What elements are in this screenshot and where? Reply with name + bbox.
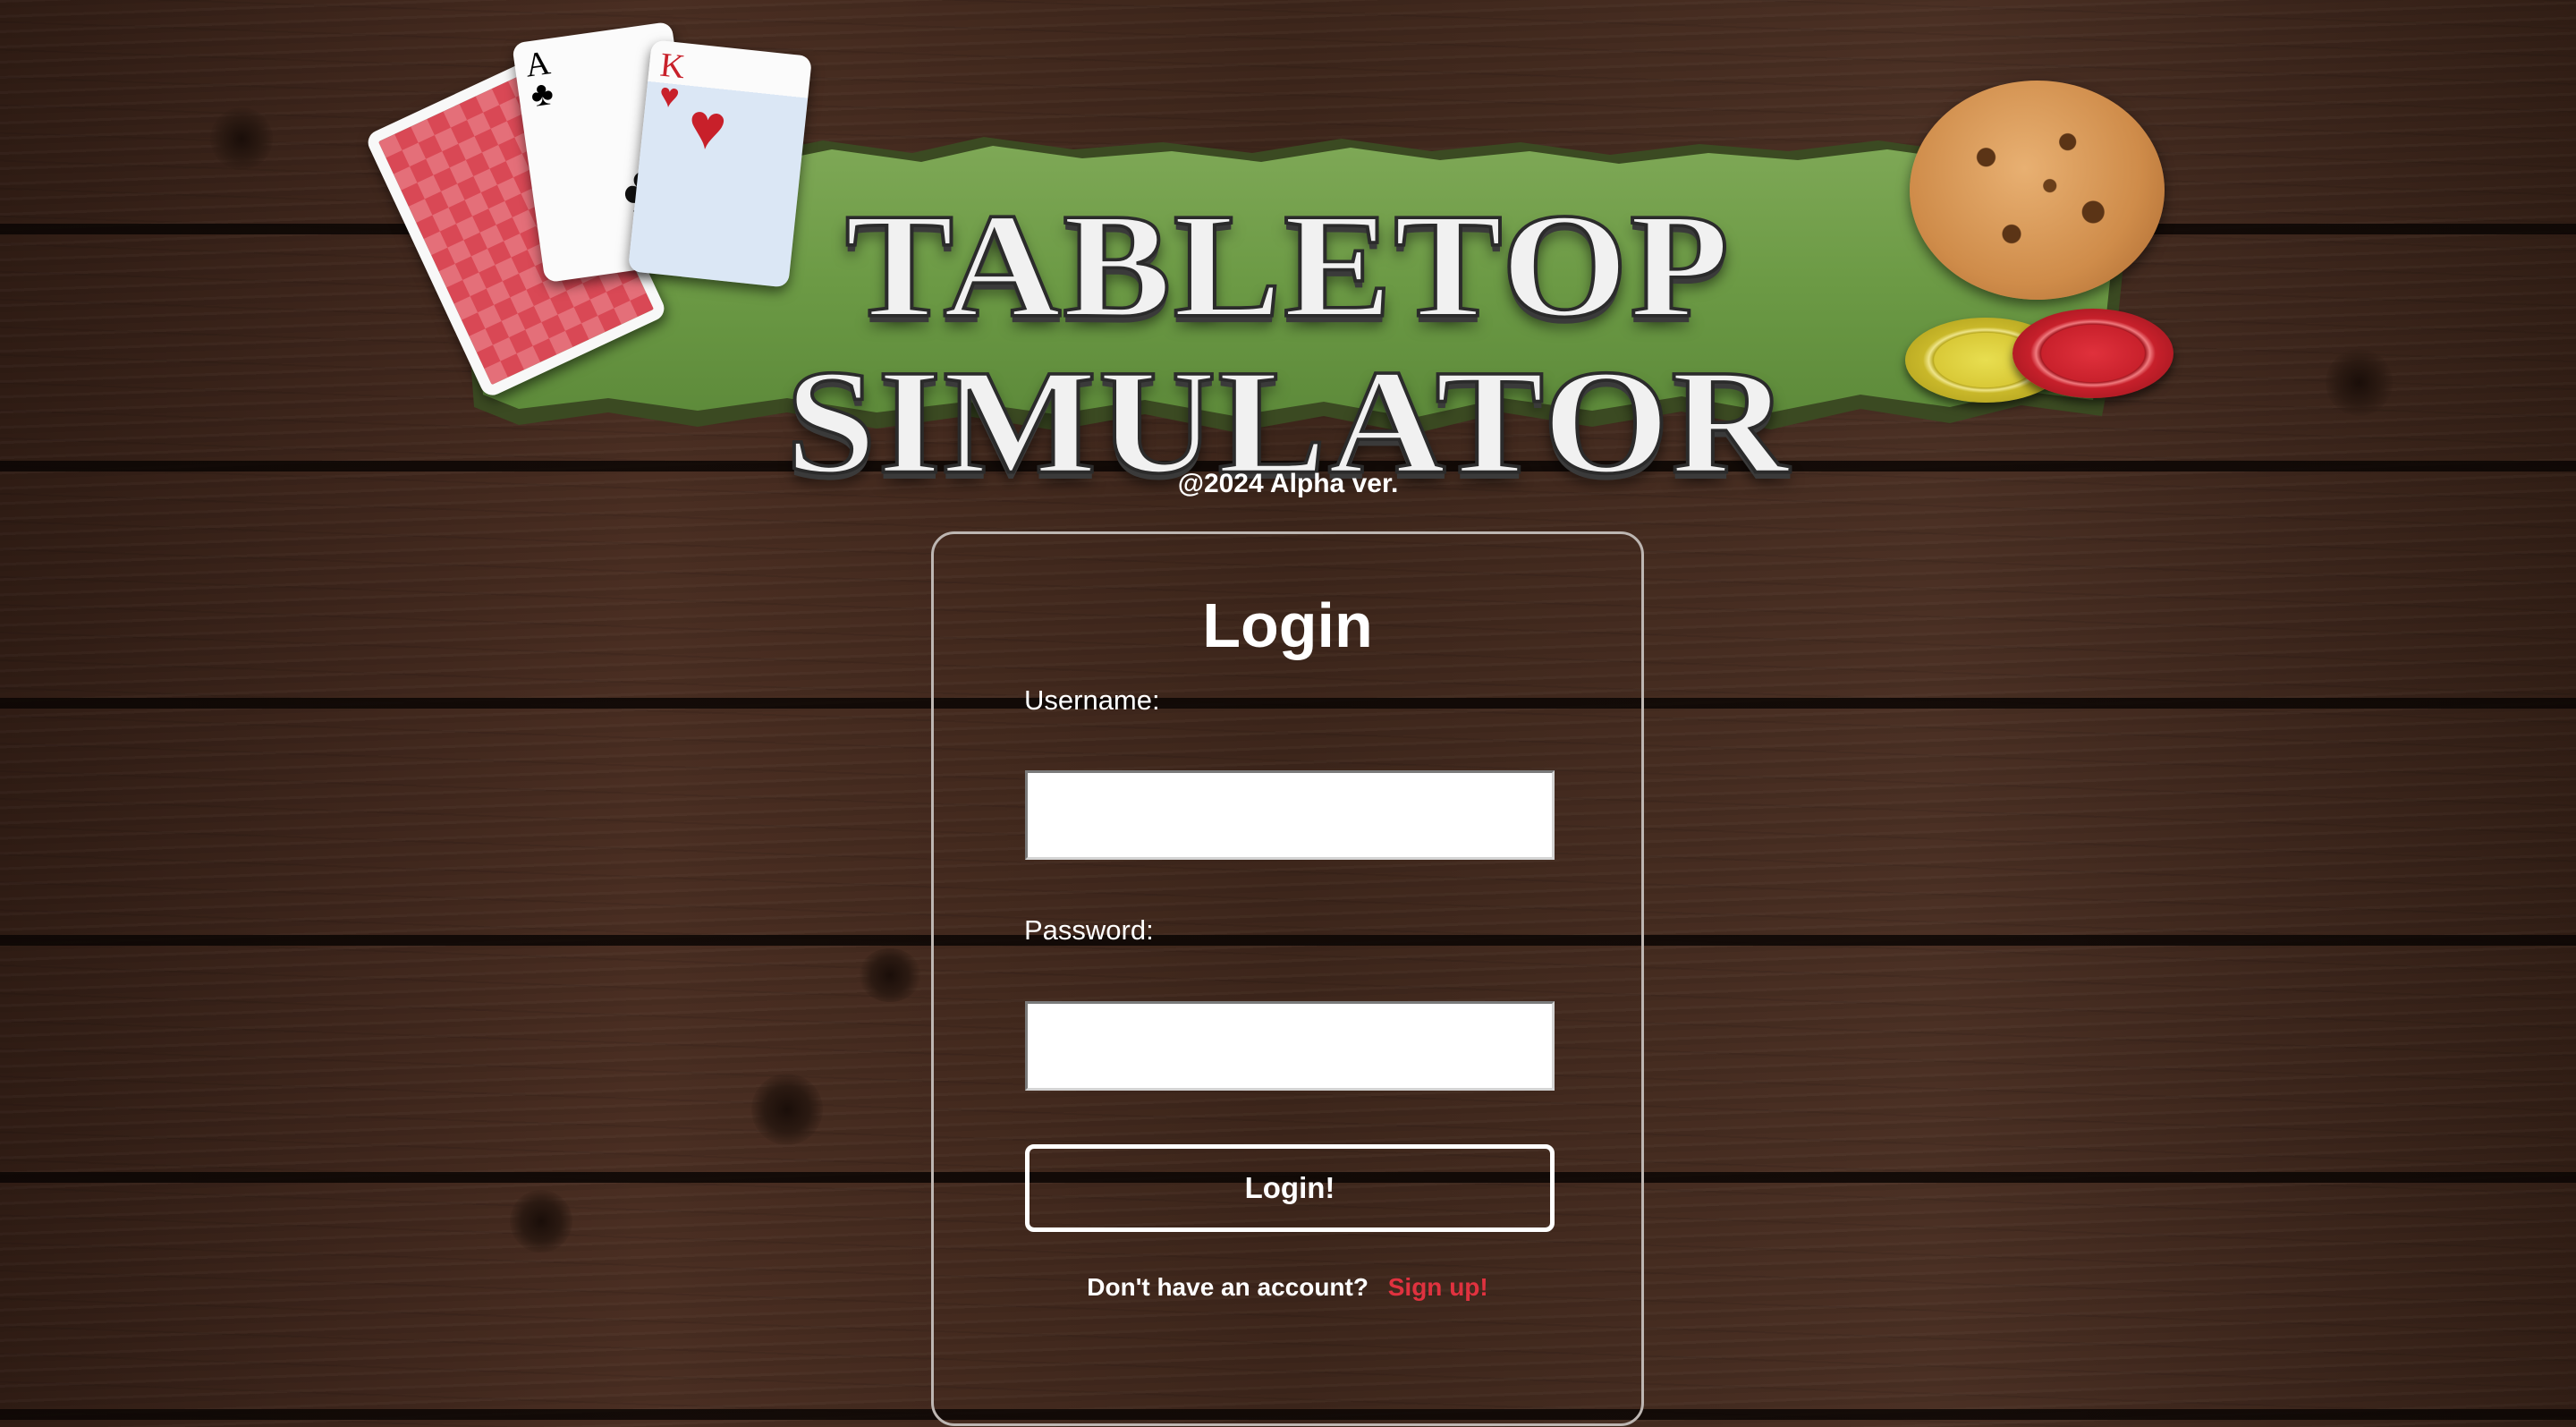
login-card: Login Username: Password: Login! Don't h… xyxy=(931,531,1644,1426)
hearts-icon: ♥ xyxy=(684,89,730,166)
tabletop-simulator-logo: A ♣ ♣ K ♥ ♥ TABLETOP SIMULATOR xyxy=(364,21,2182,502)
signup-link[interactable]: Sign up! xyxy=(1388,1273,1488,1301)
logo-title: TABLETOP SIMULATOR xyxy=(784,183,1791,505)
password-input[interactable] xyxy=(1025,1001,1555,1091)
wood-knot xyxy=(2326,349,2393,416)
version-text: @2024 Alpha ver. xyxy=(1177,469,1399,498)
login-button[interactable]: Login! xyxy=(1025,1144,1555,1232)
username-label: Username: xyxy=(1024,684,1160,716)
password-label: Password: xyxy=(1024,914,1154,946)
wood-knot xyxy=(751,1074,823,1145)
wood-knot xyxy=(510,1190,572,1253)
card-suit-icon: ♥ xyxy=(657,76,682,116)
wood-knot xyxy=(859,948,921,1002)
signup-row: Don't have an account? Sign up! xyxy=(934,1273,1641,1302)
wood-knot xyxy=(210,107,273,170)
username-input[interactable] xyxy=(1025,770,1555,860)
no-account-text: Don't have an account? xyxy=(1087,1273,1368,1301)
login-title: Login xyxy=(1202,590,1373,660)
card-suit-icon: ♣ xyxy=(528,74,556,115)
